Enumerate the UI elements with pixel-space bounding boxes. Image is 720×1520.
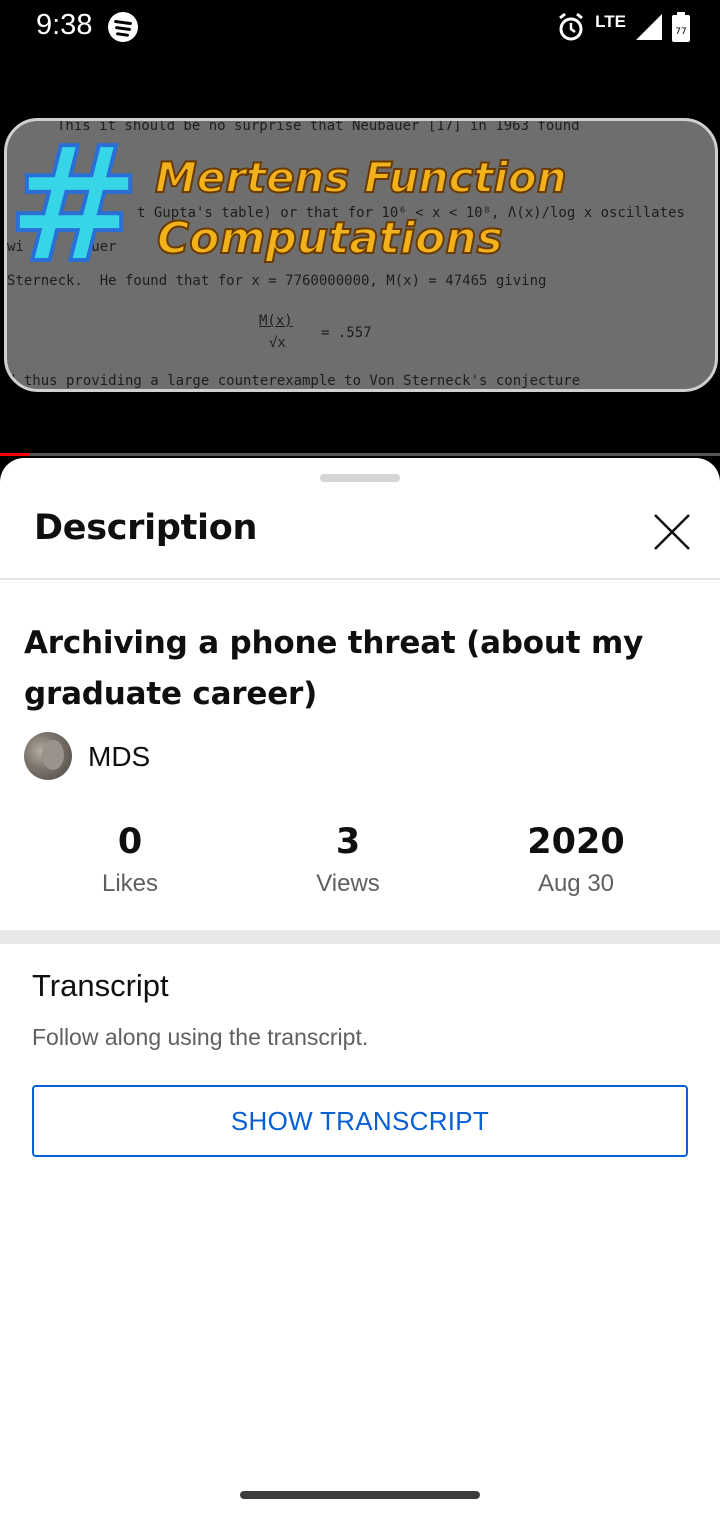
show-transcript-button[interactable]: SHOW TRANSCRIPT: [32, 1085, 688, 1157]
stat-label: Views: [316, 870, 380, 897]
progress-fill: [0, 453, 29, 456]
transcript-subtitle: Follow along using the transcript.: [32, 1024, 369, 1050]
battery-icon: 77: [672, 12, 690, 42]
status-time: 9:38: [36, 9, 93, 41]
avatar[interactable]: [24, 732, 72, 780]
video-player[interactable]: This it should be no surprise that Neuba…: [0, 56, 720, 456]
spotify-icon: [108, 12, 138, 42]
video-thumbnail: This it should be no surprise that Neuba…: [4, 118, 718, 392]
signal-icon: [636, 14, 662, 40]
home-indicator[interactable]: [240, 1491, 480, 1499]
alarm-icon: [559, 12, 584, 41]
stat-date: 2020 Aug 30: [476, 820, 676, 898]
network-label: LTE: [595, 12, 626, 31]
stat-value: 2020: [527, 822, 625, 862]
channel-name[interactable]: MDS: [88, 741, 150, 773]
stat-label: Aug 30: [537, 870, 615, 897]
thumbnail-text-line: √x: [269, 335, 286, 351]
drag-handle[interactable]: [320, 474, 400, 482]
thumbnail-text-line: = .557: [321, 325, 372, 341]
video-progress-bar[interactable]: [0, 453, 720, 456]
stat-views: 3 Views: [248, 820, 448, 898]
close-icon: [654, 514, 690, 550]
stat-likes: 0 Likes: [30, 820, 230, 898]
thumbnail-text-line: M(x): [259, 313, 293, 329]
thumbnail-title: Computations: [156, 212, 504, 265]
hash-symbol: #: [7, 118, 143, 298]
thumbnail-text-line: d thus providing a large counterexample …: [7, 373, 581, 389]
stat-value: 0: [117, 822, 143, 862]
section-divider: [0, 930, 720, 944]
thumbnail-title: Mertens Function: [154, 152, 568, 203]
stat-label: Likes: [101, 870, 159, 897]
battery-level: 77: [675, 27, 686, 37]
close-button[interactable]: [648, 508, 696, 556]
transcript-heading: Transcript: [32, 968, 169, 1003]
sheet-title: Description: [34, 508, 258, 548]
stat-value: 3: [335, 822, 361, 862]
divider: [0, 578, 720, 580]
description-sheet: Description Archiving a phone threat (ab…: [0, 458, 720, 1520]
video-title: Archiving a phone threat (about my gradu…: [24, 625, 644, 712]
status-bar: 9:38 LTE 77: [0, 0, 720, 56]
